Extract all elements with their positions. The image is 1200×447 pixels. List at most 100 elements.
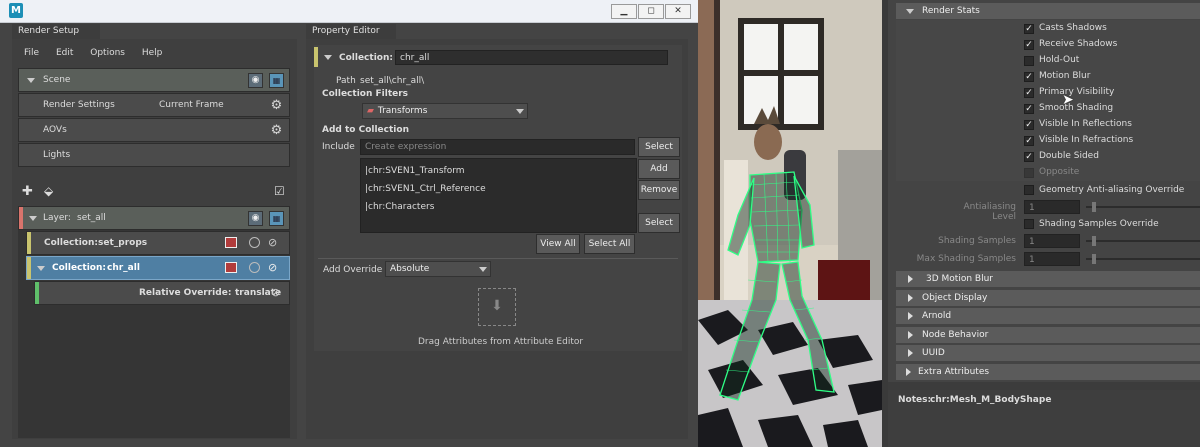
visibility-eye-icon[interactable]: ◉ (248, 211, 263, 226)
add-override-dropdown[interactable]: Absolute (385, 261, 491, 277)
collection-filter-dropdown[interactable]: ▰ Transforms (362, 103, 528, 119)
isolate-select-icon[interactable] (249, 237, 260, 248)
remove-button[interactable]: Remove (638, 180, 680, 200)
collection-name: chr_all (107, 263, 140, 273)
renderable-toggle-icon[interactable]: ▦ (269, 211, 284, 226)
section-arnold[interactable]: Arnold (896, 308, 1200, 324)
disable-icon[interactable]: ⊘ (268, 236, 283, 251)
add-button[interactable]: Add (638, 159, 680, 179)
list-item[interactable]: |chr:SVEN1_Ctrl_Reference (365, 184, 486, 194)
list-item[interactable]: |chr:Characters (365, 202, 434, 212)
gear-icon[interactable]: ⚙ (269, 98, 284, 113)
section-render-stats[interactable]: Render Stats (896, 3, 1200, 19)
layer-tree: Layer: set_all ◉ ▦ Collection: set_props… (18, 206, 290, 438)
gear-icon[interactable]: ⚙ (269, 123, 284, 138)
disable-icon[interactable]: ⊘ (271, 286, 286, 301)
divider (318, 258, 678, 259)
collapse-triangle-icon[interactable] (27, 78, 35, 83)
render-stat-checkbox[interactable]: ✓ (1024, 152, 1034, 162)
renderable-toggle-icon[interactable]: ▦ (269, 73, 284, 88)
override-row-translate[interactable]: Relative Override: translate ⊘ (34, 281, 290, 305)
layer-name: set_all (77, 213, 106, 223)
collapse-triangle-icon[interactable] (29, 216, 37, 221)
render-setup-menubar: File Edit Options Help (24, 48, 176, 58)
menu-help[interactable]: Help (142, 48, 163, 58)
restore-icon: ◻ (647, 6, 655, 16)
menu-edit[interactable]: Edit (56, 48, 73, 58)
aovs-row[interactable]: AOVs ⚙ (18, 118, 290, 142)
section-node-behavior[interactable]: Node Behavior (896, 327, 1200, 343)
override-accent-bar (35, 282, 39, 304)
section-title: Node Behavior (922, 330, 989, 340)
sampling-controls: Geometry Anti-aliasing Override Antialia… (896, 181, 1200, 269)
path-label: Path (336, 76, 356, 86)
render-stat-checkbox[interactable]: ✓ (1024, 40, 1034, 50)
select-members-button[interactable]: Select (638, 213, 680, 233)
collapse-triangle-icon[interactable] (324, 55, 332, 60)
render-settings-row[interactable]: Render Settings Current Frame ⚙ (18, 93, 290, 117)
expand-triangle-icon (908, 294, 913, 302)
select-all-button[interactable]: Select All (584, 234, 635, 254)
checklist-icon[interactable]: ☑ (274, 184, 285, 198)
render-stat-checkbox[interactable]: ✓ (1024, 72, 1034, 82)
geometry-aa-override-checkbox[interactable] (1024, 185, 1034, 195)
tab-render-setup[interactable]: Render Setup (12, 24, 100, 39)
render-stat-checkbox[interactable]: ✓ (1024, 88, 1034, 98)
list-item[interactable]: |chr:SVEN1_Transform (365, 166, 465, 176)
tab-property-editor[interactable]: Property Editor (306, 24, 396, 39)
3d-viewport[interactable] (698, 0, 882, 447)
render-stat-label: Visible In Reflections (1039, 119, 1132, 129)
render-stats-title: Render Stats (922, 6, 980, 16)
filter-value: Transforms (377, 106, 428, 116)
menu-file[interactable]: File (24, 48, 39, 58)
menu-options[interactable]: Options (90, 48, 125, 58)
visibility-eye-icon[interactable]: ◉ (248, 73, 263, 88)
section-extra-attributes[interactable]: Extra Attributes (896, 364, 1200, 380)
collection-row-set-props[interactable]: Collection: set_props ⊘ (26, 231, 290, 255)
view-all-button[interactable]: View All (536, 234, 580, 254)
section-uuid[interactable]: UUID (896, 345, 1200, 361)
collection-name-field[interactable]: chr_all (395, 50, 668, 65)
import-icon[interactable]: ⬙ (44, 184, 53, 198)
override-flag-icon (225, 262, 237, 273)
section-3d-motion-blur[interactable]: 3D Motion Blur (896, 271, 1200, 287)
shading-samples-override-checkbox[interactable] (1024, 219, 1034, 229)
add-to-collection-label: Add to Collection (322, 125, 409, 135)
minimize-button[interactable]: ▁ (611, 4, 637, 19)
render-stat-checkbox[interactable]: ✓ (1024, 136, 1034, 146)
include-label: Include (322, 142, 355, 152)
render-settings-label: Render Settings (43, 100, 115, 110)
drop-target-icon[interactable]: ⬇ (478, 288, 516, 326)
notes-area[interactable]: Notes: chr:Mesh_M_BodyShape (888, 390, 1200, 447)
expand-triangle-icon (908, 312, 913, 320)
collection-row-chr-all[interactable]: Collection: chr_all ⊘ (26, 256, 290, 280)
shading-samples-label: Shading Samples (938, 236, 1016, 246)
close-icon: ✕ (674, 6, 682, 16)
render-stat-checkbox[interactable] (1024, 56, 1034, 66)
transform-filter-icon: ▰ (367, 106, 374, 116)
render-stat-checkbox[interactable]: ✓ (1024, 24, 1034, 34)
section-title: UUID (922, 348, 945, 358)
disable-icon[interactable]: ⊘ (268, 261, 283, 276)
include-expression-input[interactable]: Create expression (360, 139, 635, 155)
render-stat-checkbox[interactable]: ✓ (1024, 104, 1034, 114)
render-stat-label: Primary Visibility (1039, 87, 1115, 97)
select-expression-button[interactable]: Select (638, 137, 680, 157)
layer-row-set-all[interactable]: Layer: set_all ◉ ▦ (18, 206, 290, 230)
section-object-display[interactable]: Object Display (896, 290, 1200, 306)
chevron-down-icon (516, 109, 524, 114)
collapse-triangle-icon[interactable] (37, 266, 45, 271)
close-button[interactable]: ✕ (665, 4, 691, 19)
layer-label: Layer: (43, 213, 71, 223)
collection-accent-bar (27, 257, 31, 279)
render-stat-checkbox[interactable]: ✓ (1024, 120, 1034, 130)
antialiasing-level-label: Antialiasing Level (963, 202, 1016, 222)
splitter[interactable] (888, 382, 1200, 390)
lights-row[interactable]: Lights (18, 143, 290, 167)
isolate-select-icon[interactable] (249, 262, 260, 273)
scene-row[interactable]: Scene ◉ ▦ (18, 68, 290, 92)
restore-button[interactable]: ◻ (638, 4, 664, 19)
collection-members-list[interactable]: |chr:SVEN1_Transform |chr:SVEN1_Ctrl_Ref… (360, 158, 637, 233)
create-layer-icon[interactable]: ✚ (22, 184, 33, 199)
add-override-value: Absolute (390, 264, 430, 274)
